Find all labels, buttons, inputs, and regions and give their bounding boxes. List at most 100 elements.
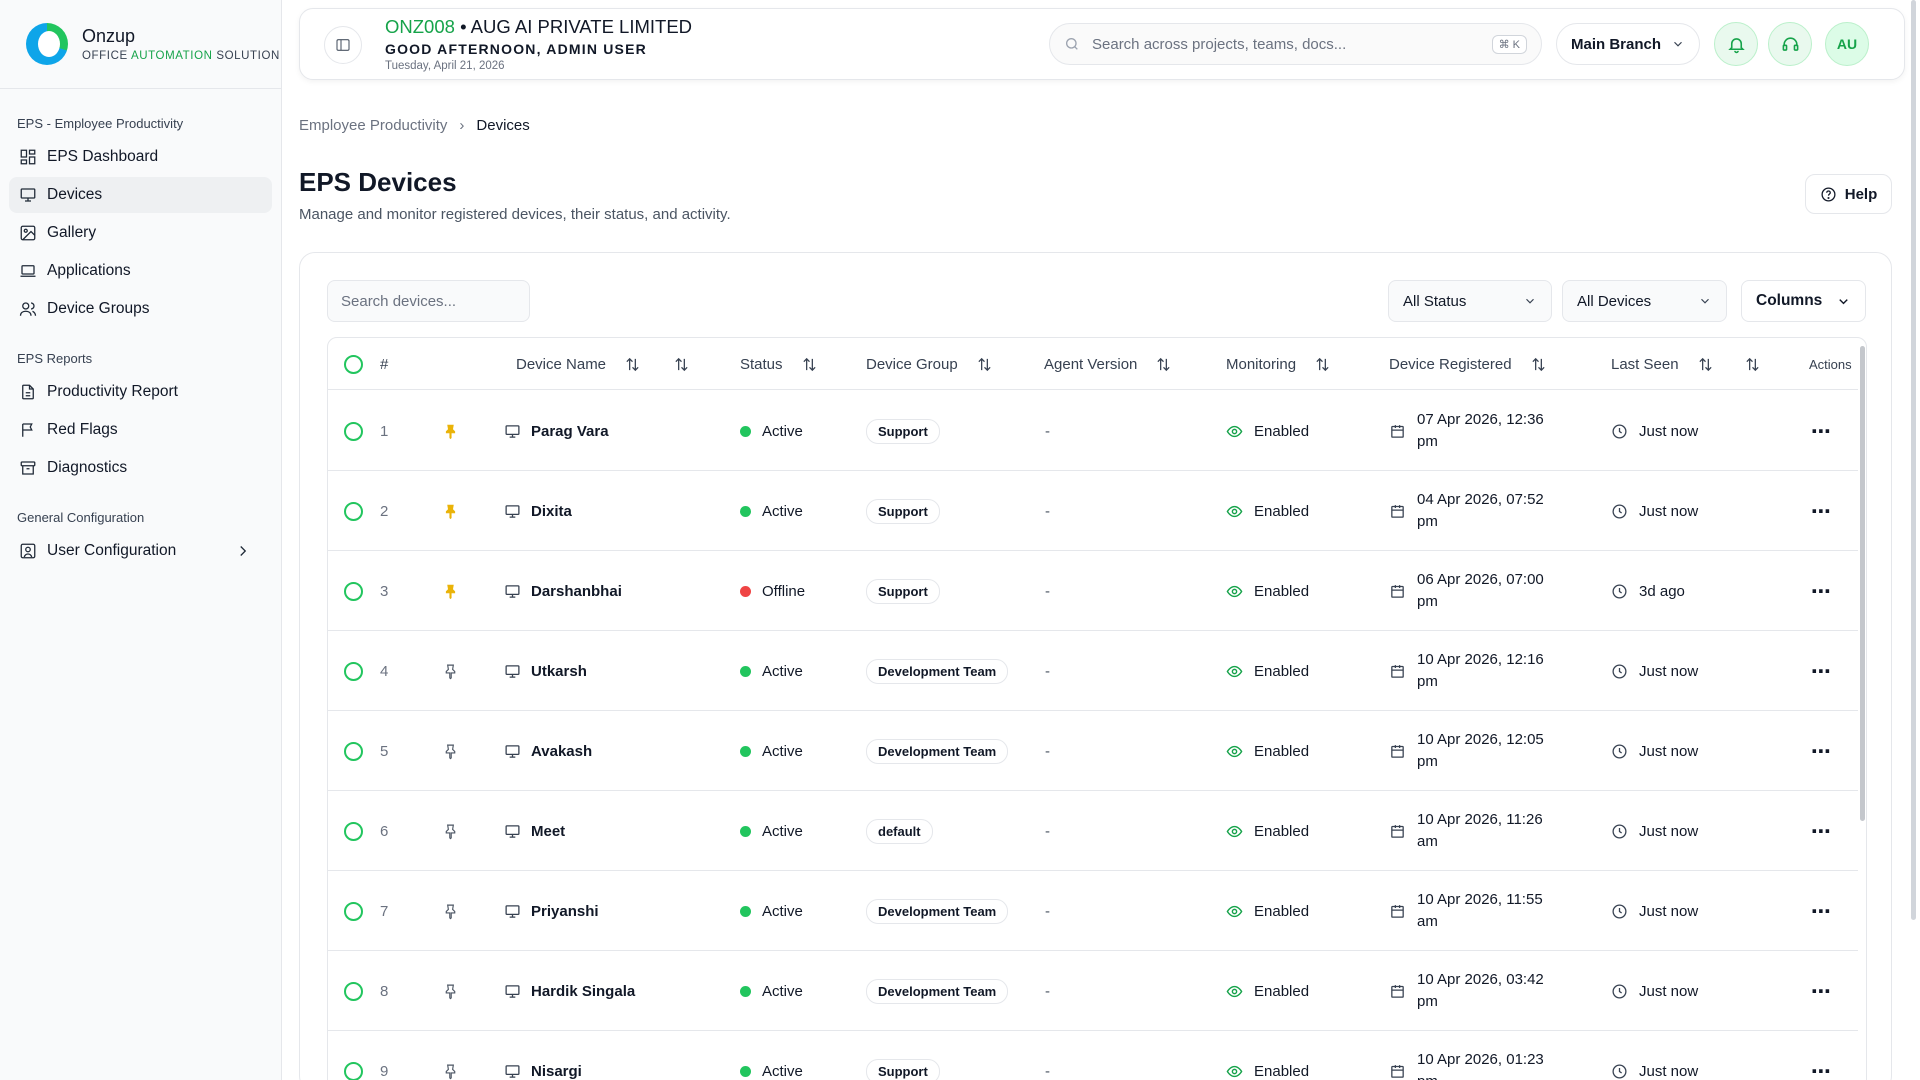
device-filter-select[interactable]: All Devices <box>1562 280 1727 322</box>
sort-toggle[interactable] <box>673 338 690 390</box>
breadcrumb-parent[interactable]: Employee Productivity <box>299 117 447 134</box>
row-checkbox[interactable] <box>344 791 363 871</box>
pin-icon[interactable] <box>442 871 459 951</box>
last-seen-text: Just now <box>1639 902 1699 920</box>
row-actions-button[interactable]: ⋯ <box>1811 951 1832 1031</box>
device-name[interactable]: Nisargi <box>504 1031 582 1080</box>
row-checkbox[interactable] <box>344 551 363 631</box>
sidebar-item-diagnostics[interactable]: Diagnostics <box>9 450 272 486</box>
device-name[interactable]: Meet <box>504 791 565 871</box>
header-device-registered[interactable]: Device Registered <box>1389 338 1547 390</box>
pin-filled-icon[interactable] <box>442 391 459 471</box>
row-actions-button[interactable]: ⋯ <box>1811 391 1832 471</box>
device-name[interactable]: Utkarsh <box>504 631 587 711</box>
avatar[interactable]: AU <box>1825 22 1869 66</box>
global-search-input[interactable]: Search across projects, teams, docs... ⌘… <box>1049 23 1542 65</box>
header-device-group[interactable]: Device Group <box>866 338 993 390</box>
row-checkbox[interactable] <box>344 471 363 551</box>
pin-icon[interactable] <box>442 631 459 711</box>
row-actions-button[interactable]: ⋯ <box>1811 551 1832 631</box>
eye-icon <box>1226 505 1243 517</box>
pin-filled-icon[interactable] <box>442 551 459 631</box>
columns-button[interactable]: Columns <box>1741 280 1866 322</box>
help-button[interactable]: Help <box>1805 174 1892 214</box>
table-row[interactable]: 3 Darshanbhai Offline Support - Enabled … <box>328 551 1858 631</box>
checkbox-circle <box>344 821 363 841</box>
sidebar-item-label: Applications <box>47 262 131 279</box>
table-row[interactable]: 6 Meet Active default - Enabled 10 Apr 2… <box>328 791 1858 871</box>
device-name[interactable]: Hardik Singala <box>504 951 635 1031</box>
monitoring-text: Enabled <box>1254 502 1310 520</box>
clock-icon <box>1612 983 1627 999</box>
device-name[interactable]: Dixita <box>504 471 572 551</box>
sidebar-item-device-groups[interactable]: Device Groups <box>9 291 272 327</box>
pin-icon[interactable] <box>442 791 459 871</box>
monitoring-cell: Enabled <box>1226 951 1309 1031</box>
clock-icon <box>1612 423 1627 439</box>
header-status[interactable]: Status <box>740 338 818 390</box>
sidebar-item-productivity-report[interactable]: Productivity Report <box>9 374 272 410</box>
sidebar-item-devices[interactable]: Devices <box>9 177 272 213</box>
table-row[interactable]: 9 Nisargi Active Support - Enabled 10 Ap… <box>328 1031 1858 1080</box>
device-search-input[interactable]: Search devices... <box>327 280 530 322</box>
table-scrollbar[interactable] <box>1860 346 1866 1080</box>
table-row[interactable]: 1 Parag Vara Active Support - Enabled 07… <box>328 391 1858 471</box>
group-badge: Support <box>866 418 940 444</box>
row-index: 9 <box>380 1062 389 1080</box>
row-checkbox[interactable] <box>344 711 363 791</box>
pin-icon[interactable] <box>442 1031 459 1080</box>
sidebar-item-user-configuration[interactable]: User Configuration <box>9 533 272 569</box>
table-row[interactable]: 8 Hardik Singala Active Development Team… <box>328 951 1858 1031</box>
calendar-icon <box>1391 504 1404 518</box>
row-actions-button[interactable]: ⋯ <box>1811 791 1832 871</box>
branch-selector[interactable]: Main Branch <box>1556 23 1700 65</box>
table-row[interactable]: 5 Avakash Active Development Team - Enab… <box>328 711 1858 791</box>
row-actions-button[interactable]: ⋯ <box>1811 631 1832 711</box>
brand[interactable]: Onzup OFFICE AUTOMATION SOLUTION <box>0 0 281 89</box>
select-all-checkbox[interactable] <box>344 338 363 390</box>
row-checkbox[interactable] <box>344 871 363 951</box>
device-group-cell: Development Team <box>866 871 1009 951</box>
chevron-down-icon <box>1674 41 1682 47</box>
row-checkbox[interactable] <box>344 391 363 471</box>
table-row[interactable]: 7 Priyanshi Active Development Team - En… <box>328 871 1858 951</box>
sidebar-toggle-button[interactable] <box>324 26 362 64</box>
row-checkbox[interactable] <box>344 951 363 1031</box>
row-actions-button[interactable]: ⋯ <box>1811 711 1832 791</box>
notifications-button[interactable] <box>1714 22 1758 66</box>
status-cell: Active <box>740 471 803 551</box>
device-name[interactable]: Priyanshi <box>504 871 599 951</box>
pin-icon[interactable] <box>442 951 459 1031</box>
page-scrollbar-thumb[interactable] <box>1911 0 1916 920</box>
device-name[interactable]: Parag Vara <box>504 391 609 471</box>
group-badge: Support <box>866 498 940 524</box>
support-button[interactable] <box>1768 22 1812 66</box>
pin-icon[interactable] <box>442 711 459 791</box>
device-name[interactable]: Darshanbhai <box>504 551 622 631</box>
header-device-name[interactable]: Device Name <box>516 338 641 390</box>
row-checkbox[interactable] <box>344 631 363 711</box>
table-row[interactable]: 4 Utkarsh Active Development Team - Enab… <box>328 631 1858 711</box>
row-actions-button[interactable]: ⋯ <box>1811 871 1832 951</box>
page-scrollbar[interactable] <box>1911 0 1917 1080</box>
row-actions-button[interactable]: ⋯ <box>1811 1031 1832 1080</box>
device-name[interactable]: Avakash <box>504 711 592 791</box>
sidebar-item-red-flags[interactable]: Red Flags <box>9 412 272 448</box>
status-filter-select[interactable]: All Status <box>1388 280 1552 322</box>
sort-toggle[interactable] <box>1744 338 1761 390</box>
header-monitoring[interactable]: Monitoring <box>1226 338 1331 390</box>
sidebar-item-applications[interactable]: Applications <box>9 253 272 289</box>
group-badge: Support <box>866 1058 940 1080</box>
header-last-seen[interactable]: Last Seen <box>1611 338 1714 390</box>
sidebar-item-gallery[interactable]: Gallery <box>9 215 272 251</box>
header-agent-version[interactable]: Agent Version <box>1044 338 1172 390</box>
bell-icon <box>1727 37 1745 53</box>
pin-filled-icon[interactable] <box>442 471 459 551</box>
table-scrollbar-thumb[interactable] <box>1860 346 1865 821</box>
sidebar-item-eps-dashboard[interactable]: EPS Dashboard <box>9 139 272 175</box>
table-row[interactable]: 2 Dixita Active Support - Enabled 04 Apr… <box>328 471 1858 551</box>
agent-version: - <box>1045 902 1050 920</box>
row-checkbox[interactable] <box>344 1031 363 1080</box>
monitor-icon <box>505 904 520 918</box>
row-actions-button[interactable]: ⋯ <box>1811 471 1832 551</box>
